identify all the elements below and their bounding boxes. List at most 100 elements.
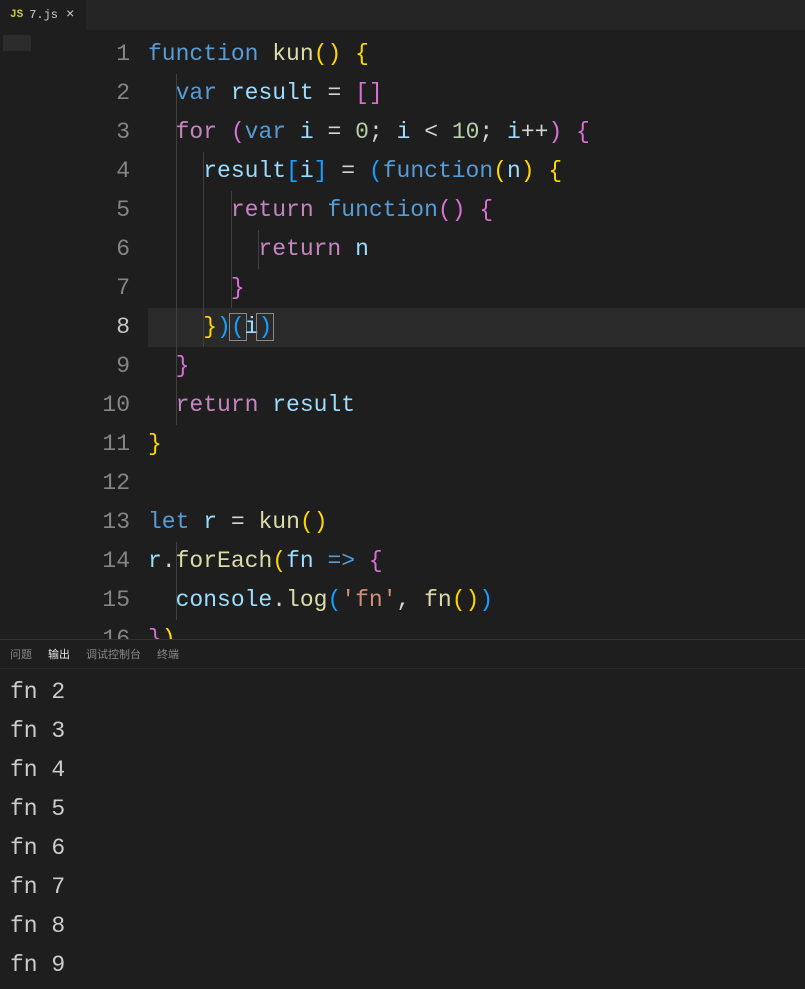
token: [217, 119, 231, 145]
output-view[interactable]: fn 2fn 3fn 4fn 5fn 6fn 7fn 8fn 9: [0, 669, 805, 989]
token: =: [328, 119, 342, 145]
token: [148, 392, 176, 418]
token: {: [479, 197, 493, 223]
bottom-panel: 问题 输出 调试控制台 终端 fn 2fn 3fn 4fn 5fn 6fn 7f…: [0, 639, 805, 969]
line-number: 6: [0, 230, 130, 269]
token: 'fn': [341, 587, 396, 613]
token: }: [203, 314, 217, 340]
code-line[interactable]: function kun() {: [148, 35, 805, 74]
line-number: 4: [0, 152, 130, 191]
panel-tab-debug-console[interactable]: 调试控制台: [86, 646, 141, 662]
token: [148, 353, 176, 379]
token: =: [341, 158, 355, 184]
token: [341, 80, 355, 106]
indent-guide: [231, 191, 232, 230]
code-line[interactable]: let r = kun(): [148, 503, 805, 542]
indent-guide: [176, 542, 177, 581]
token: [148, 197, 231, 223]
token: [327, 158, 341, 184]
token: forEach: [176, 548, 273, 574]
token: [355, 158, 369, 184]
token: r: [203, 509, 217, 535]
tab-filename: 7.js: [29, 8, 58, 22]
token: {: [576, 119, 590, 145]
token: .: [162, 548, 176, 574]
code-line[interactable]: return result: [148, 386, 805, 425]
code-line[interactable]: result[i] = (function(n) {: [148, 152, 805, 191]
token: n: [507, 158, 521, 184]
token: =: [327, 80, 341, 106]
token: for: [176, 119, 217, 145]
code-line[interactable]: }: [148, 269, 805, 308]
token: [314, 197, 328, 223]
code-line[interactable]: console.log('fn', fn()): [148, 581, 805, 620]
token: (): [300, 509, 328, 535]
token: console: [176, 587, 273, 613]
token: i: [300, 158, 314, 184]
code-line[interactable]: return function() {: [148, 191, 805, 230]
token: [148, 80, 176, 106]
output-line: fn 9: [10, 946, 795, 985]
token: n: [355, 236, 369, 262]
tab-bar: JS 7.js ×: [0, 0, 805, 30]
editor: 12345678910111213141516 function kun() {…: [0, 30, 805, 639]
token: []: [355, 80, 383, 106]
token: (): [438, 197, 466, 223]
token: result: [231, 80, 314, 106]
code-line[interactable]: }: [148, 347, 805, 386]
token: [438, 119, 452, 145]
indent-guide: [176, 191, 177, 230]
token: 10: [452, 119, 480, 145]
indent-guide: [176, 113, 177, 152]
indent-guide: [203, 308, 204, 347]
panel-tab-output[interactable]: 输出: [48, 646, 70, 662]
code-line[interactable]: var result = []: [148, 74, 805, 113]
panel-tab-problems[interactable]: 问题: [10, 646, 32, 662]
panel-tab-terminal[interactable]: 终端: [157, 646, 179, 662]
token: ;: [479, 119, 507, 145]
code-line[interactable]: }): [148, 620, 805, 639]
token: ): [521, 158, 535, 184]
token: fn: [286, 548, 314, 574]
token: [314, 548, 328, 574]
indent-guide: [176, 386, 177, 425]
tab-file[interactable]: JS 7.js ×: [0, 0, 86, 30]
token: {: [355, 41, 369, 67]
token: (: [231, 119, 245, 145]
token: ): [162, 626, 176, 639]
close-icon[interactable]: ×: [64, 7, 76, 23]
token: [562, 119, 576, 145]
token: log: [286, 587, 327, 613]
token: return: [231, 197, 314, 223]
code-line[interactable]: })(i): [148, 308, 805, 347]
token: function: [383, 158, 493, 184]
line-number: 2: [0, 74, 130, 113]
indent-guide: [176, 269, 177, 308]
token: [217, 509, 231, 535]
code-line[interactable]: return n: [148, 230, 805, 269]
output-line: fn 4: [10, 751, 795, 790]
minimap[interactable]: [3, 35, 31, 51]
line-number: 3: [0, 113, 130, 152]
line-number: 14: [0, 542, 130, 581]
indent-guide: [203, 152, 204, 191]
code-line[interactable]: }: [148, 425, 805, 464]
token: i: [300, 119, 314, 145]
code-area[interactable]: function kun() { var result = [] for (va…: [148, 30, 805, 639]
token: return: [176, 392, 259, 418]
code-line[interactable]: for (var i = 0; i < 10; i++) {: [148, 113, 805, 152]
line-number: 12: [0, 464, 130, 503]
code-line[interactable]: r.forEach(fn => {: [148, 542, 805, 581]
indent-guide: [176, 74, 177, 113]
token: i: [397, 119, 411, 145]
token: [341, 236, 355, 262]
token: =: [231, 509, 245, 535]
token: [217, 80, 231, 106]
line-number: 9: [0, 347, 130, 386]
token: [466, 197, 480, 223]
token: ;: [369, 119, 397, 145]
code-line[interactable]: [148, 464, 805, 503]
indent-guide: [203, 191, 204, 230]
line-number: 8: [0, 308, 130, 347]
token: result: [203, 158, 286, 184]
